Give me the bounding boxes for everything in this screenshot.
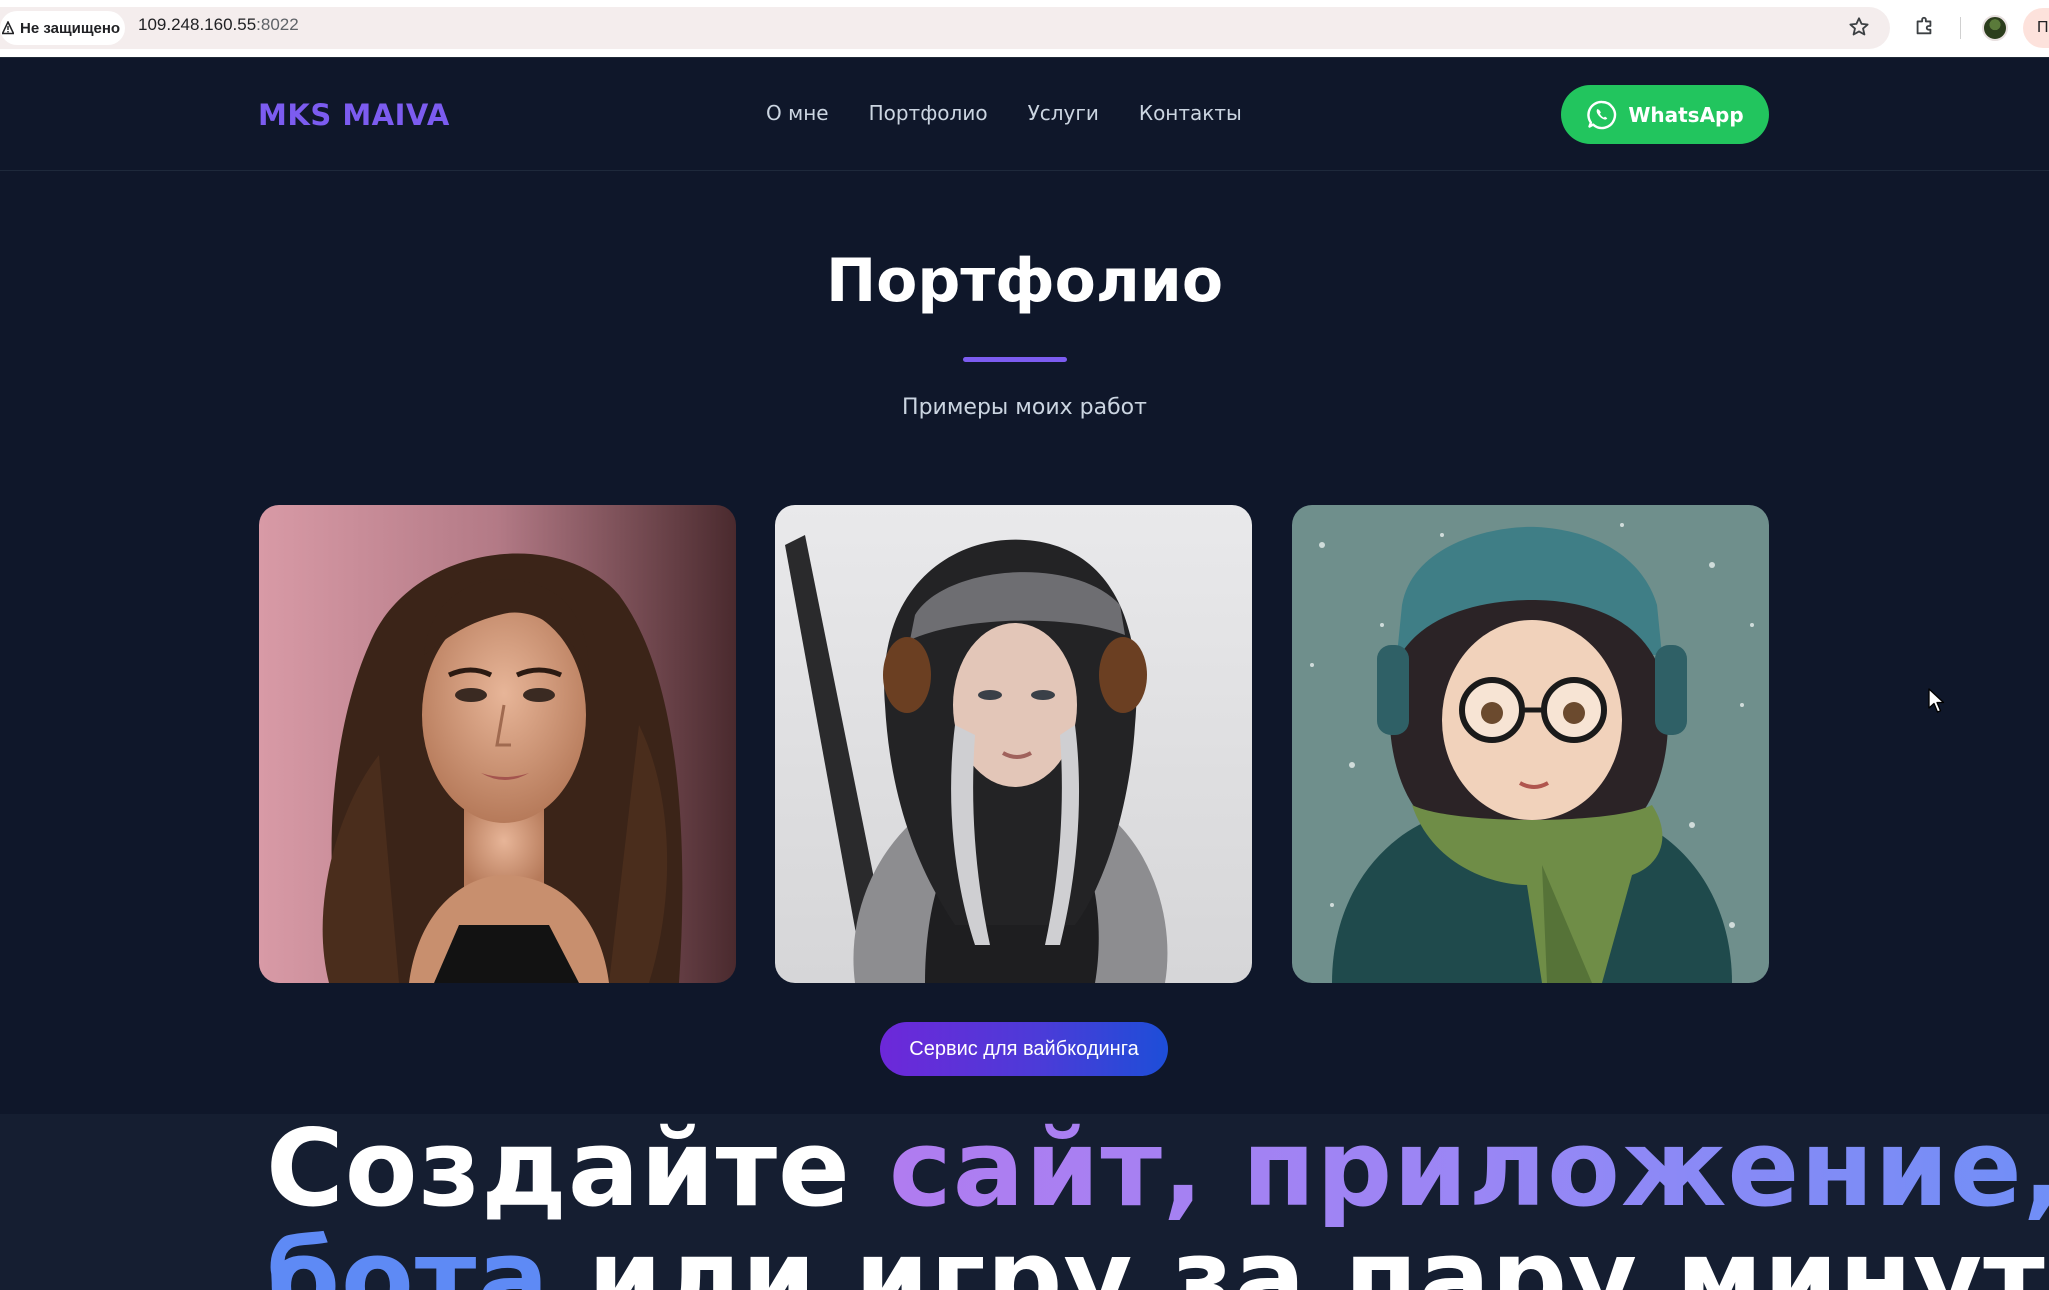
warning-icon: [2, 21, 14, 35]
section-title: Портфолио: [825, 246, 1224, 316]
nav-item-contacts[interactable]: Контакты: [1139, 101, 1242, 125]
nav-item-about[interactable]: О мне: [766, 101, 829, 125]
portfolio-image-3: [1292, 505, 1769, 983]
browser-menu-chip[interactable]: П: [2023, 8, 2049, 48]
caption-line-2: бота или игру за пару минут: [266, 1224, 2049, 1290]
main-nav: О мне Портфолио Услуги Контакты: [766, 101, 1242, 125]
portfolio-card-1[interactable]: [259, 505, 736, 983]
nav-item-portfolio[interactable]: Портфолио: [869, 101, 988, 125]
url-host: 109.248.160.55: [138, 15, 257, 34]
security-indicator[interactable]: Не защищено: [0, 11, 125, 45]
whatsapp-button[interactable]: WhatsApp: [1561, 85, 1769, 144]
title-underline: [963, 357, 1067, 362]
bookmark-star-icon[interactable]: [1846, 14, 1872, 40]
mouse-cursor-icon: [1928, 688, 1945, 713]
promo-caption: Создайте сайт, приложение, бота или игру…: [266, 1114, 2049, 1290]
extensions-icon[interactable]: [1911, 13, 1937, 39]
toolbar-divider: [1960, 17, 1961, 39]
url-port: :8022: [256, 15, 299, 34]
portfolio-card-3[interactable]: [1292, 505, 1769, 983]
caption-line-1: Создайте сайт, приложение,: [266, 1114, 2049, 1224]
caption-band: Создайте сайт, приложение, бота или игру…: [0, 1114, 2049, 1290]
caption-highlight-2: бота: [266, 1217, 550, 1290]
caption-highlight-1: сайт, приложение,: [889, 1114, 2049, 1230]
security-label: Не защищено: [20, 19, 121, 37]
site-logo[interactable]: MKS MAIVA: [258, 98, 450, 132]
section-subtitle: Примеры моих работ: [902, 395, 1147, 420]
portfolio-card-2[interactable]: [775, 505, 1252, 983]
vibecoding-service-button[interactable]: Сервис для вайбкодинга: [880, 1022, 1168, 1076]
profile-avatar[interactable]: [1982, 15, 2008, 41]
caption-plain-2: или игру за пару минут: [549, 1217, 2046, 1290]
url-text[interactable]: 109.248.160.55:8022: [138, 15, 299, 35]
browser-address-bar: Не защищено 109.248.160.55:8022 П: [0, 0, 2049, 58]
site-header: MKS MAIVA О мне Портфолио Услуги Контакт…: [0, 58, 2049, 171]
portfolio-image-2: [775, 505, 1252, 983]
whatsapp-label: WhatsApp: [1628, 102, 1744, 127]
portfolio-image-1: [259, 505, 736, 983]
whatsapp-icon: [1587, 100, 1617, 129]
caption-plain-1: Создайте: [266, 1114, 889, 1230]
nav-item-services[interactable]: Услуги: [1028, 101, 1099, 125]
